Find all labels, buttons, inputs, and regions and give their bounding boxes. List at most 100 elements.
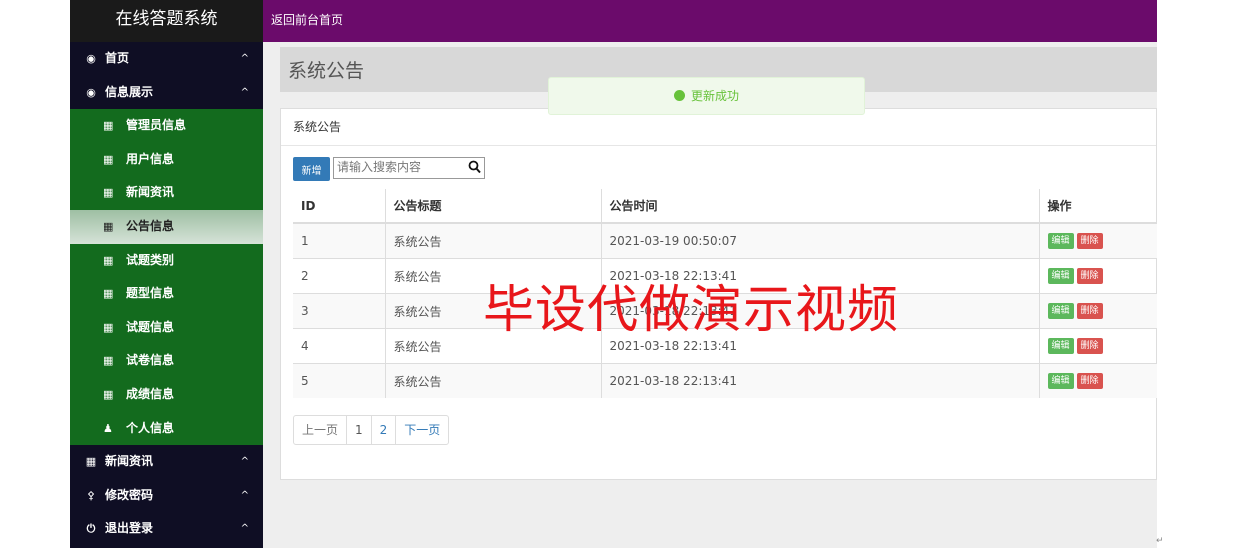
cell-time: 2021-03-19 00:50:07 xyxy=(600,222,1039,259)
announcement-table: ID 公告标题 公告时间 操作 1 系统公告 2021-03-19 00:50:… xyxy=(293,189,1157,398)
table-row: 1 系统公告 2021-03-19 00:50:07 编辑 删除 xyxy=(293,222,1157,259)
sidebar-item-label: 试卷信息 xyxy=(126,353,175,368)
sidebar-item-label: 新闻资讯 xyxy=(126,185,175,200)
sidebar-item-scores[interactable]: ▦ 成绩信息 xyxy=(70,378,263,412)
sidebar-item-questions[interactable]: ▦ 试题信息 xyxy=(70,311,263,345)
sidebar-item-label: 管理员信息 xyxy=(126,118,187,133)
add-button[interactable]: 新增 xyxy=(293,157,330,181)
sidebar-item-admin-info[interactable]: ▦ 管理员信息 xyxy=(70,109,263,143)
table-icon: ▦ xyxy=(103,287,114,301)
sidebar: 在线答题系统 ◉ 首页 ^ ◉ 信息展示 ^ ▦ 管理员信息 ▦ 用户信息 ▦ 新闻资讯 … xyxy=(70,0,263,548)
nav-item-news[interactable]: ▦ 新闻资讯 ^ xyxy=(70,445,263,479)
user-icon: ♟ xyxy=(103,421,113,435)
dashboard-icon: ◉ xyxy=(86,85,96,99)
cell-actions: 编辑 删除 xyxy=(1038,363,1157,398)
cell-id: 2 xyxy=(293,258,385,294)
table-icon: ▦ xyxy=(103,119,114,133)
column-header-time: 公告时间 xyxy=(600,189,1039,224)
sidebar-item-announcements[interactable]: ▦ 公告信息 xyxy=(70,209,263,244)
nav-item-label: 信息展示 xyxy=(105,84,154,99)
table-icon: ▦ xyxy=(103,387,114,401)
app-title: 在线答题系统 xyxy=(70,0,263,42)
cell-actions: 编辑 删除 xyxy=(1038,258,1157,294)
nav-item-logout[interactable]: ⏻ 退出登录 ^ xyxy=(70,512,263,546)
edit-button[interactable]: 编辑 xyxy=(1047,373,1074,389)
sidebar-item-question-type[interactable]: ▦ 题型信息 xyxy=(70,277,263,311)
sidebar-item-label: 试题信息 xyxy=(126,319,175,334)
nav-item-label: 新闻资讯 xyxy=(105,454,154,469)
nav-item-label: 首页 xyxy=(105,51,130,65)
table-row: 5 系统公告 2021-03-18 22:13:41 编辑 删除 xyxy=(293,363,1157,398)
cell-actions: 编辑 删除 xyxy=(1038,293,1157,329)
nav-item-info-display[interactable]: ◉ 信息展示 ^ xyxy=(70,76,263,110)
cell-actions: 编辑 删除 xyxy=(1038,328,1157,364)
column-header-id: ID xyxy=(293,189,385,224)
chevron-up-icon: ^ xyxy=(240,489,249,501)
sidebar-item-label: 题型信息 xyxy=(126,286,175,301)
announcement-panel: 系统公告 新增 ID 公告标题 公告时间 xyxy=(280,108,1157,480)
check-circle-icon xyxy=(673,90,685,101)
edit-button[interactable]: 编辑 xyxy=(1047,268,1074,284)
sidebar-item-question-category[interactable]: ▦ 试题类别 xyxy=(70,244,263,278)
sidebar-item-profile[interactable]: ♟ 个人信息 xyxy=(70,412,263,446)
table-row: 3 系统公告 2021-03-18 22:13:41 编辑 删除 xyxy=(293,293,1157,329)
sidebar-item-papers[interactable]: ▦ 试卷信息 xyxy=(70,344,263,378)
sidebar-item-label: 用户信息 xyxy=(126,151,175,166)
edit-button[interactable]: 编辑 xyxy=(1047,303,1074,319)
search-box xyxy=(333,157,485,179)
table-icon: ▦ xyxy=(103,354,114,368)
chevron-up-icon: ^ xyxy=(240,53,249,64)
cell-actions: 编辑 删除 xyxy=(1038,222,1157,259)
edit-button[interactable]: 编辑 xyxy=(1047,338,1074,354)
table-icon: ▦ xyxy=(103,253,114,267)
column-header-actions: 操作 xyxy=(1038,189,1157,224)
table-icon: ▦ xyxy=(85,455,97,469)
table-header-row: ID 公告标题 公告时间 操作 xyxy=(293,189,1157,224)
table-icon: ▦ xyxy=(103,320,114,334)
lock-icon: ⚴ xyxy=(86,488,96,502)
sidebar-item-label: 成绩信息 xyxy=(126,386,175,401)
nav-item-label: 修改密码 xyxy=(105,487,154,502)
search-input[interactable] xyxy=(334,158,462,176)
delete-button[interactable]: 删除 xyxy=(1076,268,1103,284)
cell-title: 系统公告 xyxy=(384,258,601,294)
chevron-up-icon: ^ xyxy=(240,86,249,98)
nav-item-label: 退出登录 xyxy=(105,521,154,536)
cell-title: 系统公告 xyxy=(384,328,601,364)
chevron-up-icon: ^ xyxy=(240,456,249,468)
sidebar-item-label: 公告信息 xyxy=(126,218,175,233)
cell-time: 2021-03-18 22:13:41 xyxy=(600,258,1039,294)
prev-page-button[interactable]: 上一页 xyxy=(294,416,346,444)
sidebar-item-label: 试题类别 xyxy=(126,252,175,267)
page-2-button[interactable]: 2 xyxy=(370,416,396,444)
sidebar-item-user-info[interactable]: ▦ 用户信息 xyxy=(70,143,263,177)
sidebar-item-news[interactable]: ▦ 新闻资讯 xyxy=(70,176,263,210)
delete-button[interactable]: 删除 xyxy=(1076,373,1103,389)
info-submenu: ▦ 管理员信息 ▦ 用户信息 ▦ 新闻资讯 ▦ 公告信息 ▦ 试题类别 ▦ 题型信息 ▦ 试题… xyxy=(70,109,263,446)
main-content: 系统公告 系统公告 新增 ID 公告标题 xyxy=(263,42,1157,548)
cell-time: 2021-03-18 22:13:41 xyxy=(600,363,1039,398)
delete-button[interactable]: 删除 xyxy=(1076,338,1103,354)
chevron-up-icon: ^ xyxy=(240,523,249,535)
back-to-frontend-link[interactable]: 返回前台首页 xyxy=(271,11,343,28)
table-icon: ▦ xyxy=(103,186,114,200)
cell-id: 5 xyxy=(293,363,385,398)
nav-item-change-password[interactable]: ⚴ 修改密码 ^ xyxy=(70,479,263,513)
table-icon: ▦ xyxy=(103,219,114,233)
cell-title: 系统公告 xyxy=(384,363,601,398)
page-1-button[interactable]: 1 xyxy=(346,416,371,444)
nav-item-home[interactable]: ◉ 首页 ^ xyxy=(70,42,263,76)
edit-button[interactable]: 编辑 xyxy=(1047,233,1074,249)
cell-time: 2021-03-18 22:13:41 xyxy=(600,293,1039,329)
power-icon: ⏻ xyxy=(86,522,96,536)
pagination: 上一页 1 2 下一页 xyxy=(293,415,450,445)
search-icon[interactable] xyxy=(468,159,481,175)
cell-time: 2021-03-18 22:13:41 xyxy=(600,328,1039,364)
next-page-button[interactable]: 下一页 xyxy=(395,416,448,444)
column-header-title: 公告标题 xyxy=(384,189,601,224)
return-mark: ↵ xyxy=(1156,536,1164,546)
toast-message: 更新成功 xyxy=(690,89,739,103)
delete-button[interactable]: 删除 xyxy=(1076,233,1103,249)
delete-button[interactable]: 删除 xyxy=(1076,303,1103,319)
table-row: 2 系统公告 2021-03-18 22:13:41 编辑 删除 xyxy=(293,258,1157,294)
